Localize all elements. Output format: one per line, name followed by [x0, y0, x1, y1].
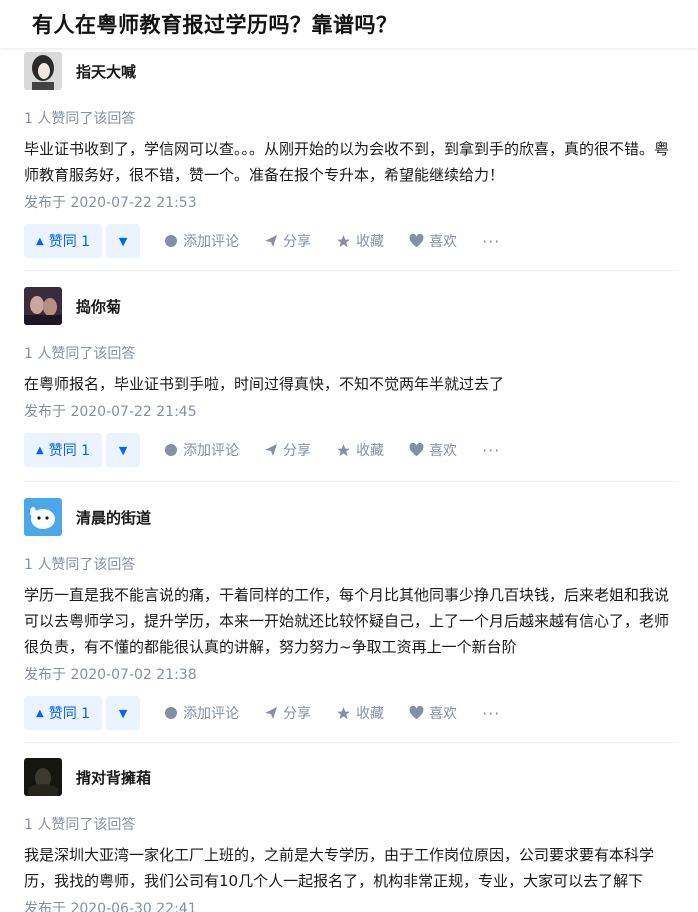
- like-button[interactable]: 喜欢: [409, 440, 457, 460]
- heart-icon: [409, 706, 424, 720]
- divider: [24, 742, 678, 743]
- publish-time[interactable]: 发布于 2020-07-22 21:45: [24, 401, 678, 421]
- like-button[interactable]: 喜欢: [409, 703, 457, 723]
- comment-button[interactable]: 添加评论: [164, 231, 239, 251]
- publish-time[interactable]: 发布于 2020-06-30 22:41: [24, 898, 678, 912]
- triangle-down-icon: ▼: [118, 706, 128, 720]
- question-header: 有人在粤师教育报过学历吗？靠谱吗？: [0, 0, 698, 48]
- author-info: 揹对背擁葙: [24, 758, 678, 796]
- triangle-down-icon: ▼: [118, 234, 128, 248]
- triangle-up-icon: ▲: [36, 235, 44, 247]
- vote-count-text: 1 人赞同了该回答: [24, 346, 136, 362]
- vote-count-text: 1 人赞同了该回答: [24, 557, 136, 573]
- avatar[interactable]: [24, 52, 62, 90]
- comment-bubble-icon: [165, 707, 178, 719]
- action-bar: ▲ 赞同 1 ▼ 添加评论 分享 收藏 喜欢 ···: [24, 433, 678, 467]
- action-bar: ▲ 赞同 1 ▼ 添加评论 分享 收藏 喜欢 ···: [24, 696, 678, 730]
- share-button[interactable]: 分享: [264, 440, 311, 460]
- upvote-button[interactable]: ▲ 赞同 1: [24, 224, 103, 258]
- star-icon: [337, 443, 350, 456]
- answer-item: 清晨的街道 1 人赞同了该回答 学历一直是我不能言说的痛，干着同样的工作，每个月…: [24, 498, 678, 730]
- author-name[interactable]: 捣你菊: [76, 296, 121, 317]
- upvote-button[interactable]: ▲ 赞同 1: [24, 433, 103, 467]
- avatar[interactable]: [24, 498, 62, 536]
- ellipsis-icon[interactable]: ···: [482, 704, 500, 723]
- like-button[interactable]: 喜欢: [409, 231, 457, 251]
- upvote-button[interactable]: ▲ 赞同 1: [24, 696, 103, 730]
- favorite-button[interactable]: 收藏: [336, 231, 384, 251]
- publish-time[interactable]: 发布于 2020-07-22 21:53: [24, 192, 678, 212]
- comment-bubble-icon: [165, 444, 178, 456]
- triangle-up-icon: ▲: [36, 707, 44, 719]
- comment-button[interactable]: 添加评论: [164, 703, 239, 723]
- author-name[interactable]: 指天大喊: [76, 61, 136, 82]
- author-info: 清晨的街道: [24, 498, 678, 536]
- favorite-button[interactable]: 收藏: [336, 703, 384, 723]
- downvote-button[interactable]: ▼: [106, 433, 141, 467]
- answer-list: 指天大喊 1 人赞同了该回答 毕业证书收到了，学信网可以查。。。从刚开始的以为会…: [0, 48, 698, 912]
- star-icon: [337, 234, 350, 247]
- answer-item: 指天大喊 1 人赞同了该回答 毕业证书收到了，学信网可以查。。。从刚开始的以为会…: [24, 52, 678, 258]
- favorite-button[interactable]: 收藏: [336, 440, 384, 460]
- author-info: 捣你菊: [24, 287, 678, 325]
- heart-icon: [409, 443, 424, 457]
- ellipsis-icon[interactable]: ···: [482, 441, 500, 460]
- paper-plane-icon: [265, 444, 278, 456]
- question-title[interactable]: 有人在粤师教育报过学历吗？靠谱吗？: [32, 9, 398, 39]
- downvote-button[interactable]: ▼: [106, 696, 141, 730]
- share-button[interactable]: 分享: [264, 231, 311, 251]
- comment-button[interactable]: 添加评论: [164, 440, 239, 460]
- vote-count-text: 1 人赞同了该回答: [24, 111, 136, 127]
- triangle-down-icon: ▼: [118, 443, 128, 457]
- answer-item: 揹对背擁葙 1 人赞同了该回答 我是深圳大亚湾一家化工厂上班的，之前是大专学历，…: [24, 758, 678, 912]
- divider: [24, 270, 678, 271]
- answer-content: 毕业证书收到了，学信网可以查。。。从刚开始的以为会收不到，到拿到手的欣喜，真的很…: [24, 140, 670, 184]
- heart-icon: [409, 234, 424, 248]
- share-button[interactable]: 分享: [264, 703, 311, 723]
- triangle-up-icon: ▲: [36, 444, 44, 456]
- action-bar: ▲ 赞同 1 ▼ 添加评论 分享 收藏 喜欢 ···: [24, 224, 678, 258]
- author-info: 指天大喊: [24, 52, 678, 90]
- answer-item: 捣你菊 1 人赞同了该回答 在粤师报名，毕业证书到手啦，时间过得真快，不知不觉两…: [24, 287, 678, 467]
- star-icon: [337, 706, 350, 719]
- comment-bubble-icon: [165, 235, 178, 247]
- downvote-button[interactable]: ▼: [106, 224, 141, 258]
- author-name[interactable]: 揹对背擁葙: [76, 767, 151, 788]
- answer-content: 我是深圳大亚湾一家化工厂上班的，之前是大专学历，由于工作岗位原因，公司要求要有本…: [24, 846, 655, 890]
- avatar[interactable]: [24, 287, 62, 325]
- publish-time[interactable]: 发布于 2020-07-02 21:38: [24, 664, 678, 684]
- answer-content: 在粤师报名，毕业证书到手啦，时间过得真快，不知不觉两年半就过去了: [24, 375, 505, 393]
- author-name[interactable]: 清晨的街道: [76, 507, 151, 528]
- avatar[interactable]: [24, 758, 62, 796]
- ellipsis-icon[interactable]: ···: [482, 232, 500, 251]
- paper-plane-icon: [265, 235, 278, 247]
- vote-count-text: 1 人赞同了该回答: [24, 817, 136, 833]
- answer-content: 学历一直是我不能言说的痛，干着同样的工作，每个月比其他同事少挣几百块钱，后来老姐…: [24, 586, 670, 656]
- divider: [24, 481, 678, 482]
- paper-plane-icon: [265, 707, 278, 719]
